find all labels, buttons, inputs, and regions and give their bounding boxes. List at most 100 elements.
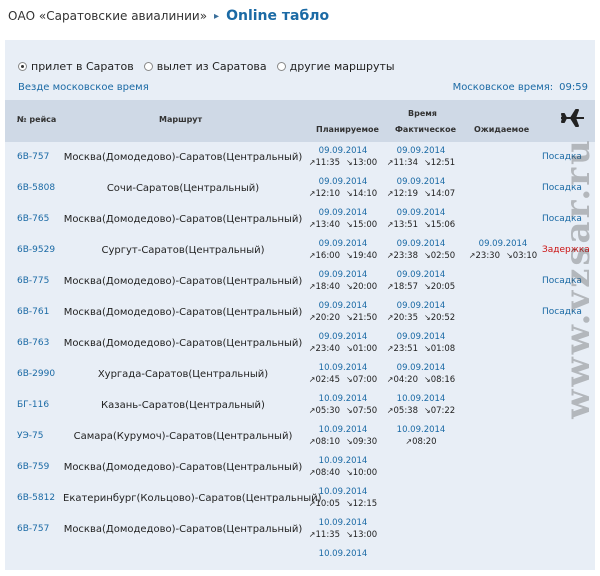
- actual-time: 09.09.2014 ↗11:34 ↘12:51: [383, 145, 459, 169]
- departure-arrow-icon: ↗: [308, 251, 316, 260]
- actual-time-times: ↗13:51 ↘15:06: [383, 219, 459, 231]
- departure-arrow-icon: ↗: [386, 344, 394, 353]
- arrival-arrow-icon: ↘: [346, 375, 353, 384]
- departure-arrow-icon: ↗: [308, 313, 316, 322]
- flight-number-link[interactable]: 6В-757: [17, 152, 49, 162]
- actual-time-arrival: 15:06: [430, 220, 456, 230]
- expected-time-arrival: 03:10: [512, 251, 538, 261]
- planned-time: 10.09.2014 ↗05:30 ↘07:50: [305, 393, 381, 417]
- radio-departure[interactable]: вылет из Саратова: [143, 60, 267, 73]
- planned-time-times: ↗23:40 ↘01:00: [305, 343, 381, 355]
- planned-time-departure: 13:40: [315, 220, 341, 230]
- actual-time-departure: 20:35: [393, 313, 419, 323]
- table-row: 6В-775 Москва(Домодедово)-Саратов(Централ…: [5, 266, 595, 297]
- flight-number-link[interactable]: 6В-5808: [17, 183, 55, 193]
- planned-time-times: ↗12:10 ↘14:10: [305, 188, 381, 200]
- flight-number-link[interactable]: 6В-759: [17, 462, 49, 472]
- arrival-arrow-icon: ↘: [346, 251, 353, 260]
- actual-time-arrival: 08:16: [430, 375, 456, 385]
- planned-time-times: ↗02:45 ↘07:00: [305, 374, 381, 386]
- flight-number-link[interactable]: 6В-2990: [17, 369, 55, 379]
- arrival-arrow-icon: ↘: [346, 468, 353, 477]
- planned-time-times: ↗08:40 ↘10:00: [305, 467, 381, 479]
- planned-time-date: 09.09.2014: [318, 208, 368, 218]
- departure-arrow-icon: ↗: [386, 406, 394, 415]
- radio-departure-label: вылет из Саратова: [156, 60, 267, 73]
- planned-time-times: ↗16:00 ↘19:40: [305, 250, 381, 262]
- planned-time-arrival: 07:50: [352, 406, 378, 416]
- planned-time-arrival: 19:40: [352, 251, 378, 261]
- actual-time-times: ↗04:20 ↘08:16: [383, 374, 459, 386]
- route-cell: Москва(Домодедово)-Саратов(Центральный): [63, 462, 303, 473]
- radio-arrival-label: прилет в Саратов: [31, 60, 134, 73]
- actual-time-departure: 05:38: [393, 406, 419, 416]
- table-row: 6В-9529 Сургут-Саратов(Центральный) 09.09.…: [5, 235, 595, 266]
- planned-time-arrival: 12:15: [352, 499, 378, 509]
- flight-number-link[interactable]: 6В-775: [17, 276, 49, 286]
- actual-time-departure: 04:20: [393, 375, 419, 385]
- planned-time-times: ↗13:40 ↘15:00: [305, 219, 381, 231]
- arrival-arrow-icon: ↘: [346, 437, 353, 446]
- flight-number-link[interactable]: БГ-116: [17, 400, 49, 410]
- table-row: 10.09.2014: [5, 545, 595, 576]
- expected-time-date: 09.09.2014: [478, 239, 528, 249]
- planned-time-departure: 12:10: [315, 189, 341, 199]
- planned-time-departure: 11:35: [315, 158, 341, 168]
- planned-time-times: ↗20:20 ↘21:50: [305, 312, 381, 324]
- company-name[interactable]: ОАО «Саратовские авиалинии»: [8, 9, 207, 23]
- actual-time-times: ↗23:51 ↘01:08: [383, 343, 459, 355]
- departure-arrow-icon: ↗: [308, 375, 316, 384]
- moscow-time-everywhere-link[interactable]: Везде московское время: [18, 82, 149, 93]
- planned-time-departure: 18:40: [315, 282, 341, 292]
- col-expected-header: Ожидаемое: [474, 125, 530, 134]
- radio-arrival[interactable]: прилет в Саратов: [18, 60, 134, 73]
- arrival-arrow-icon: ↘: [424, 189, 431, 198]
- planned-time-arrival: 10:00: [352, 468, 378, 478]
- route-cell: Хургада-Саратов(Центральный): [97, 369, 269, 380]
- table-row: 6В-763 Москва(Домодедово)-Саратов(Централ…: [5, 328, 595, 359]
- moscow-time-value: 09:59: [559, 82, 588, 93]
- arrival-arrow-icon: ↘: [424, 220, 431, 229]
- flight-number-link[interactable]: 6В-9529: [17, 245, 55, 255]
- planned-time-departure: 20:20: [315, 313, 341, 323]
- route-cell: Москва(Домодедово)-Саратов(Центральный): [63, 214, 303, 225]
- flight-number-link[interactable]: 6В-757: [17, 524, 49, 534]
- actual-time-arrival: 01:08: [430, 344, 456, 354]
- route-cell: Москва(Домодедово)-Саратов(Центральный): [63, 276, 303, 287]
- flight-number-link[interactable]: 6В-765: [17, 214, 49, 224]
- planned-time-arrival: 13:00: [352, 530, 378, 540]
- route-cell: Сургут-Саратов(Центральный): [101, 245, 265, 256]
- route-cell: Казань-Саратов(Центральный): [101, 400, 265, 411]
- flight-number-link[interactable]: 6В-763: [17, 338, 49, 348]
- table-row: 6В-5808 Сочи-Саратов(Центральный) 09.09.20…: [5, 173, 595, 204]
- arrival-arrow-icon: ↘: [346, 313, 353, 322]
- table-row: 6В-5812 Екатеринбург(Кольцово)-Саратов(Це…: [5, 483, 595, 514]
- flight-number-link[interactable]: 6В-5812: [17, 493, 55, 503]
- planned-time-arrival: 13:00: [352, 158, 378, 168]
- radio-other-routes-button[interactable]: [276, 62, 286, 71]
- actual-time-date: 10.09.2014: [396, 394, 446, 404]
- actual-time-departure: 12:19: [393, 189, 419, 199]
- flight-number-link[interactable]: 6В-761: [17, 307, 49, 317]
- radio-other-routes[interactable]: другие маршруты: [276, 60, 395, 73]
- actual-time-times: ↗08:20: [383, 436, 459, 448]
- departure-arrow-icon: ↗: [386, 189, 394, 198]
- flight-number-link[interactable]: УЭ-75: [17, 431, 43, 441]
- radio-departure-button[interactable]: [143, 62, 153, 71]
- route-cell: Москва(Домодедово)-Саратов(Центральный): [63, 338, 303, 349]
- actual-time: 09.09.2014 ↗04:20 ↘08:16: [383, 362, 459, 386]
- planned-time-departure: 02:45: [315, 375, 341, 385]
- expected-time-departure: 23:30: [475, 251, 501, 261]
- actual-time-times: ↗05:38 ↘07:22: [383, 405, 459, 417]
- expected-time: 09.09.2014 ↗23:30 ↘03:10: [465, 238, 541, 262]
- radio-arrival-button[interactable]: [18, 62, 27, 71]
- planned-time-times: ↗05:30 ↘07:50: [305, 405, 381, 417]
- actual-time-arrival: 12:51: [430, 158, 456, 168]
- planned-time-date: 10.09.2014: [318, 363, 368, 373]
- actual-time: 09.09.2014 ↗20:35 ↘20:52: [383, 300, 459, 324]
- planned-time-departure: 08:40: [315, 468, 341, 478]
- actual-time-times: ↗12:19 ↘14:07: [383, 188, 459, 200]
- actual-time-departure: 23:38: [393, 251, 419, 261]
- table-row: 6В-2990 Хургада-Саратов(Центральный) 10.09…: [5, 359, 595, 390]
- departure-arrow-icon: ↗: [308, 220, 316, 229]
